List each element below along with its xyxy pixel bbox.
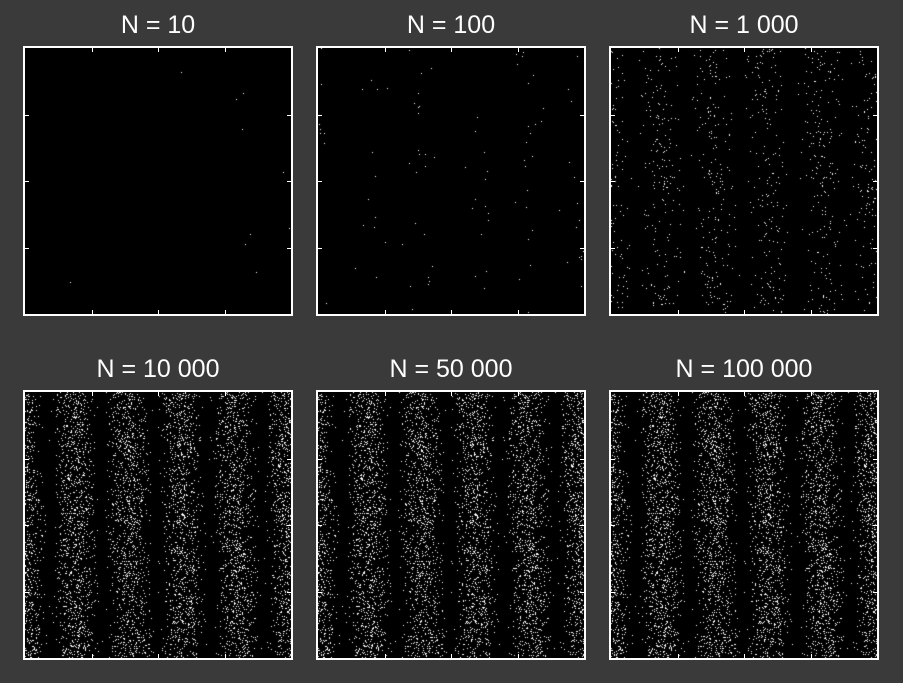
axis-tick-right: [287, 591, 291, 593]
axis-tick-top: [810, 48, 812, 52]
axis-tick-left: [318, 525, 322, 526]
axis-tick-top: [677, 392, 679, 396]
axis-tick-top: [224, 392, 226, 396]
plot-area: [23, 46, 293, 316]
panel-title: N = 10: [120, 11, 196, 39]
axis-tick-left: [25, 181, 29, 182]
axis-tick-left: [318, 247, 322, 249]
axis-tick-top: [744, 392, 745, 396]
panel-title: N = 10 000: [96, 355, 220, 383]
axis-tick-left: [611, 247, 615, 249]
axis-tick-bottom: [677, 654, 679, 658]
axis-tick-left: [318, 114, 322, 116]
axis-tick-top: [384, 392, 386, 396]
axis-tick-right: [873, 181, 877, 182]
axis-tick-bottom: [677, 310, 679, 314]
axis-tick-left: [611, 458, 615, 460]
axis-tick-right: [287, 525, 291, 526]
axis-tick-left: [25, 591, 29, 593]
axis-tick-bottom: [517, 654, 519, 658]
scatter-points: [25, 392, 291, 658]
axis-tick-top: [158, 392, 159, 396]
axis-tick-top: [451, 392, 452, 396]
axis-tick-bottom: [451, 654, 452, 658]
panel-title: N = 1 000: [689, 11, 799, 39]
plot-area: [316, 390, 586, 660]
axis-tick-top: [517, 392, 519, 396]
scatter-points: [318, 392, 584, 658]
figure: { "colors": { "background": "#3a3a3a", "…: [0, 0, 903, 683]
axis-tick-top: [91, 48, 93, 52]
axis-tick-bottom: [224, 654, 226, 658]
plot-area: [609, 390, 879, 660]
panel-title: N = 100 000: [675, 355, 813, 383]
axis-tick-bottom: [744, 310, 745, 314]
axis-tick-bottom: [158, 310, 159, 314]
axis-tick-left: [318, 181, 322, 182]
axis-tick-top: [677, 48, 679, 52]
axis-tick-left: [611, 114, 615, 116]
axis-tick-right: [873, 525, 877, 526]
axis-tick-right: [580, 181, 584, 182]
axis-tick-right: [873, 247, 877, 249]
axis-tick-bottom: [810, 310, 812, 314]
axis-tick-left: [25, 114, 29, 116]
axis-tick-left: [611, 181, 615, 182]
axis-tick-right: [580, 591, 584, 593]
axis-tick-left: [25, 458, 29, 460]
axis-tick-bottom: [744, 654, 745, 658]
axis-tick-top: [517, 48, 519, 52]
axis-tick-right: [287, 181, 291, 182]
axis-tick-bottom: [91, 310, 93, 314]
plot-area: [23, 390, 293, 660]
axis-tick-top: [158, 48, 159, 52]
axis-tick-right: [580, 458, 584, 460]
axis-tick-right: [873, 591, 877, 593]
axis-tick-right: [580, 114, 584, 116]
axis-tick-top: [810, 392, 812, 396]
panel-title: N = 100: [406, 11, 496, 39]
panel-title: N = 50 000: [389, 355, 513, 383]
axis-tick-right: [287, 114, 291, 116]
axis-tick-bottom: [158, 654, 159, 658]
axis-tick-right: [287, 247, 291, 249]
axis-tick-right: [580, 525, 584, 526]
axis-tick-top: [224, 48, 226, 52]
axis-tick-right: [580, 247, 584, 249]
axis-tick-left: [25, 525, 29, 526]
axis-tick-left: [611, 591, 615, 593]
axis-tick-bottom: [91, 654, 93, 658]
axis-tick-top: [384, 48, 386, 52]
scatter-points: [318, 48, 584, 314]
axis-tick-bottom: [224, 310, 226, 314]
axis-tick-bottom: [451, 310, 452, 314]
axis-tick-top: [451, 48, 452, 52]
axis-tick-left: [25, 247, 29, 249]
axis-tick-top: [744, 48, 745, 52]
scatter-points: [611, 48, 877, 314]
axis-tick-left: [318, 591, 322, 593]
axis-tick-right: [873, 114, 877, 116]
axis-tick-bottom: [384, 310, 386, 314]
axis-tick-bottom: [384, 654, 386, 658]
axis-tick-right: [873, 458, 877, 460]
axis-tick-bottom: [810, 654, 812, 658]
axis-tick-left: [318, 458, 322, 460]
axis-tick-left: [611, 525, 615, 526]
plot-area: [609, 46, 879, 316]
plot-area: [316, 46, 586, 316]
scatter-points: [611, 392, 877, 658]
axis-tick-top: [91, 392, 93, 396]
axis-tick-bottom: [517, 310, 519, 314]
scatter-points: [25, 48, 291, 314]
axis-tick-right: [287, 458, 291, 460]
